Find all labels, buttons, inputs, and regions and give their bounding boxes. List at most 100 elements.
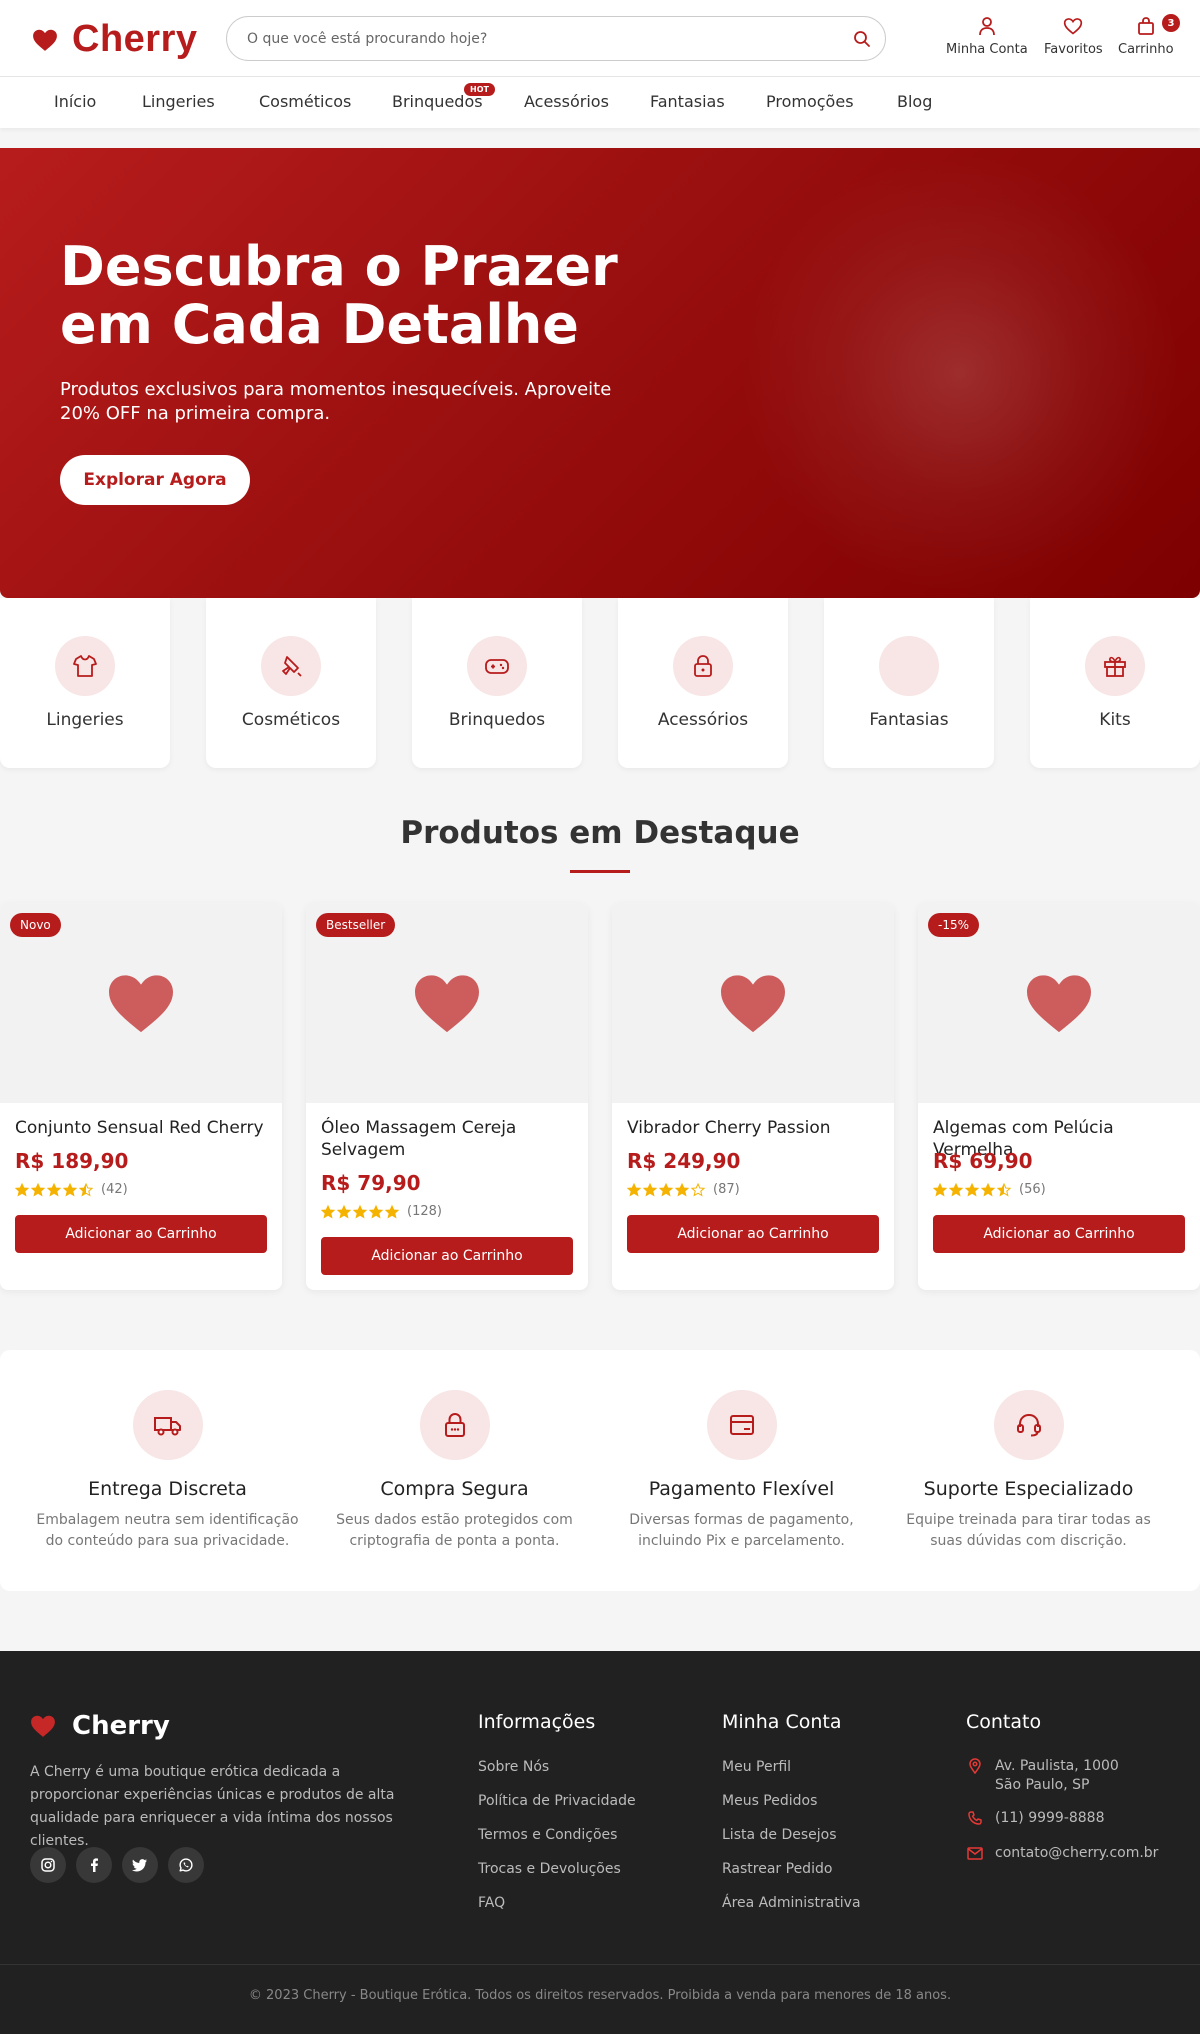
feature-item: Compra Segura Seus dados estão protegido… <box>311 1390 598 1552</box>
product-name[interactable]: Conjunto Sensual Red Cherry <box>15 1117 270 1139</box>
add-to-cart-button[interactable]: Adicionar ao Carrinho <box>627 1215 879 1253</box>
gamepad-icon <box>485 659 509 674</box>
product-badge: -15% <box>928 913 980 937</box>
explore-button[interactable]: Explorar Agora <box>60 455 250 505</box>
instagram-icon <box>41 1858 55 1872</box>
heart-logo-icon <box>31 1715 55 1737</box>
star-icon <box>981 1182 995 1197</box>
product-rating: (42) <box>15 1182 128 1197</box>
feature-description: Equipe treinada para tirar todas as suas… <box>906 1512 1151 1549</box>
category-name: Lingeries <box>46 710 124 730</box>
footer-link-terms[interactable]: Termos e Condições <box>478 1827 617 1843</box>
category-name: Brinquedos <box>448 710 546 730</box>
product-price: R$ 189,90 <box>15 1149 129 1173</box>
product-image[interactable]: -15% <box>918 903 1200 1103</box>
category-card-kits[interactable]: Kits <box>1030 598 1200 768</box>
star-icon <box>675 1182 689 1197</box>
add-to-cart-button[interactable]: Adicionar ao Carrinho <box>321 1237 573 1275</box>
category-card-acessorios[interactable]: Acessórios <box>618 598 788 768</box>
account-button[interactable]: Minha Conta <box>946 16 1028 57</box>
footer-link-orders[interactable]: Meus Pedidos <box>722 1793 817 1809</box>
twitter-icon <box>132 1859 147 1872</box>
star-icon <box>337 1204 351 1219</box>
product-card[interactable]: Novo Conjunto Sensual Red Cherry R$ 189,… <box>0 903 282 1290</box>
heart-icon <box>1027 975 1091 1033</box>
hero-banner: Descubra o Prazer em Cada Detalhe Produt… <box>0 148 1200 598</box>
facebook-button[interactable] <box>76 1847 112 1883</box>
review-count: (42) <box>101 1182 128 1197</box>
footer-link-wishlist[interactable]: Lista de Desejos <box>722 1827 837 1843</box>
product-name[interactable]: Vibrador Cherry Passion <box>627 1117 882 1139</box>
mail-icon <box>967 1847 983 1860</box>
footer-link-track-order[interactable]: Rastrear Pedido <box>722 1861 832 1877</box>
main-nav: Início Lingeries Cosméticos Brinquedos H… <box>0 77 1200 128</box>
feature-icon-circle <box>706 1390 777 1460</box>
footer-link-about[interactable]: Sobre Nós <box>478 1759 549 1775</box>
footer-email[interactable]: contato@cherry.com.br <box>995 1844 1165 1863</box>
nav-item-promocoes[interactable]: Promoções <box>766 92 854 111</box>
category-card-brinquedos[interactable]: Brinquedos <box>412 598 582 768</box>
nav-item-acessorios[interactable]: Acessórios <box>524 92 609 111</box>
star-icon <box>965 1182 979 1197</box>
cart-button[interactable]: Carrinho 3 <box>1118 14 1180 57</box>
star-icon <box>321 1204 335 1219</box>
favorites-button[interactable]: Favoritos <box>1044 16 1103 57</box>
footer-link-privacy[interactable]: Política de Privacidade <box>478 1793 636 1809</box>
star-icon <box>63 1182 77 1197</box>
footer-about: A Cherry é uma boutique erótica dedicada… <box>30 1764 395 1849</box>
logo-text: Cherry <box>72 18 198 60</box>
feature-title: Compra Segura <box>380 1478 529 1500</box>
category-name: Cosméticos <box>241 710 341 730</box>
nav-item-inicio[interactable]: Início <box>54 92 96 111</box>
star-icon <box>369 1204 383 1219</box>
product-card[interactable]: Vibrador Cherry Passion R$ 249,90 (87) A… <box>612 903 894 1290</box>
twitter-button[interactable] <box>122 1847 158 1883</box>
category-card-cosmeticos[interactable]: Cosméticos <box>206 598 376 768</box>
product-name[interactable]: Óleo Massagem Cereja Selvagem <box>321 1117 576 1161</box>
footer-logo[interactable]: Cherry <box>30 1711 170 1741</box>
account-label: Minha Conta <box>946 42 1028 57</box>
footer-link-profile[interactable]: Meu Perfil <box>722 1759 791 1775</box>
nav-item-cosmeticos[interactable]: Cosméticos <box>259 92 351 111</box>
product-card[interactable]: Bestseller Óleo Massagem Cereja Selvagem… <box>306 903 588 1290</box>
category-card-fantasias[interactable]: Fantasias <box>824 598 994 768</box>
heart-outline-icon <box>1064 18 1083 35</box>
product-card[interactable]: -15% Algemas com Pelúcia Vermelha R$ 69,… <box>918 903 1200 1290</box>
feature-description: Seus dados estão protegidos com criptogr… <box>336 1512 573 1549</box>
feature-icon-circle <box>132 1390 203 1460</box>
footer-link-faq[interactable]: FAQ <box>478 1895 505 1911</box>
logo[interactable]: Cherry <box>32 18 198 61</box>
product-price: R$ 249,90 <box>627 1149 741 1173</box>
star-icon <box>933 1182 947 1197</box>
footer-phone[interactable]: (11) 9999-8888 <box>995 1809 1165 1828</box>
add-to-cart-button[interactable]: Adicionar ao Carrinho <box>933 1215 1185 1253</box>
search-input[interactable] <box>247 17 837 60</box>
star-half-icon <box>997 1182 1011 1197</box>
star-icon <box>385 1204 399 1219</box>
category-name: Kits <box>1099 710 1131 730</box>
product-image[interactable]: Novo <box>0 903 282 1103</box>
hero-title: Descubra o Prazer em Cada Detalhe <box>60 235 618 356</box>
footer-link-returns[interactable]: Trocas e Devoluções <box>478 1861 621 1877</box>
cart-label: Carrinho <box>1118 42 1174 57</box>
nav-item-blog[interactable]: Blog <box>897 92 932 111</box>
feature-title: Entrega Discreta <box>88 1478 247 1500</box>
heart-icon <box>109 975 173 1033</box>
lock-icon <box>444 1412 465 1437</box>
product-image[interactable]: Bestseller <box>306 903 588 1103</box>
search-icon[interactable] <box>853 30 871 48</box>
instagram-button[interactable] <box>30 1847 66 1883</box>
star-empty-icon <box>691 1182 705 1197</box>
category-icon-circle <box>55 636 115 696</box>
footer-logo-text: Cherry <box>72 1711 170 1741</box>
add-to-cart-button[interactable]: Adicionar ao Carrinho <box>15 1215 267 1253</box>
product-rating: (56) <box>933 1182 1046 1197</box>
product-badge: Bestseller <box>316 913 396 937</box>
nav-item-fantasias[interactable]: Fantasias <box>650 92 725 111</box>
category-card-lingeries[interactable]: Lingeries <box>0 598 170 768</box>
whatsapp-button[interactable] <box>168 1847 204 1883</box>
footer-contact-title: Contato <box>966 1711 1042 1733</box>
product-image[interactable] <box>612 903 894 1103</box>
nav-item-lingeries[interactable]: Lingeries <box>142 92 215 111</box>
footer-link-admin[interactable]: Área Administrativa <box>722 1895 861 1911</box>
